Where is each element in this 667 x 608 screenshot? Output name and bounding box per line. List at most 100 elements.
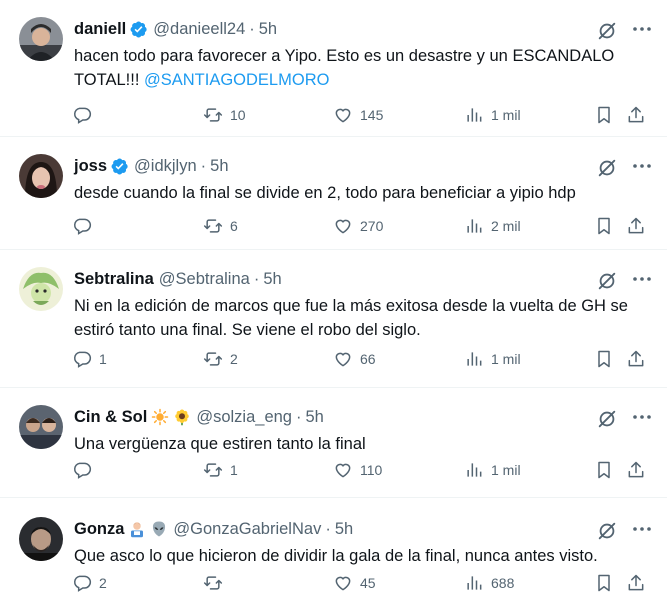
views-button[interactable]: 688 <box>464 571 514 595</box>
like-button[interactable]: 270 <box>333 214 383 238</box>
reply-icon <box>74 462 92 479</box>
share-icon <box>628 217 644 234</box>
share-button[interactable] <box>626 347 646 371</box>
avatar[interactable] <box>19 517 63 561</box>
like-count: 66 <box>360 351 376 367</box>
display-name[interactable]: Gonza <box>74 520 124 539</box>
share-icon <box>628 461 644 478</box>
tweet-text: Que asco lo que hicieron de dividir la g… <box>74 547 598 565</box>
like-button[interactable]: 66 <box>333 347 376 371</box>
views-button[interactable]: 1 mil <box>464 458 521 482</box>
bookmark-icon <box>598 217 610 235</box>
tweet[interactable]: daniell @danieell24 · 5h hacen todo para… <box>0 0 667 137</box>
reply-button[interactable]: 2 <box>72 571 107 595</box>
avatar[interactable] <box>19 154 63 198</box>
display-name[interactable]: daniell <box>74 20 126 39</box>
tweet-actions: 6 270 2 mil <box>0 214 667 238</box>
share-button[interactable] <box>626 571 646 595</box>
share-icon <box>628 574 644 591</box>
view-count: 1 mil <box>491 462 521 478</box>
separator-dot: · <box>200 156 207 175</box>
user-handle[interactable]: @GonzaGabrielNav <box>173 520 321 539</box>
like-button[interactable]: 145 <box>333 103 383 127</box>
more-icon <box>633 277 651 281</box>
retweet-button[interactable]: 2 <box>203 347 238 371</box>
like-button[interactable]: 45 <box>333 571 376 595</box>
bookmark-icon <box>598 461 610 479</box>
view-count: 688 <box>491 575 515 591</box>
user-handle[interactable]: @danieell24 <box>153 20 245 39</box>
bookmark-icon <box>598 106 610 124</box>
retweet-button[interactable]: 6 <box>203 214 238 238</box>
avatar[interactable] <box>19 405 63 449</box>
share-button[interactable] <box>626 458 646 482</box>
share-button[interactable] <box>626 103 646 127</box>
retweet-button[interactable]: 1 <box>203 458 238 482</box>
view-count: 1 mil <box>491 107 521 123</box>
bookmark-button[interactable] <box>594 571 614 595</box>
reply-button[interactable] <box>72 103 99 127</box>
tweet[interactable]: Sebtralina @Sebtralina · 5h Ni en la edi… <box>0 250 667 388</box>
avatar[interactable] <box>19 17 63 61</box>
more-options-button[interactable] <box>630 18 654 40</box>
retweet-icon <box>203 108 223 122</box>
display-name[interactable]: joss <box>74 157 107 176</box>
timestamp[interactable]: 5h <box>210 157 228 176</box>
timestamp[interactable]: 5h <box>263 270 281 289</box>
reply-icon <box>74 575 92 592</box>
tweet-header: Cin & Sol @solzia_eng · 5h <box>74 406 324 428</box>
man-technologist-emoji-icon <box>131 522 144 538</box>
timestamp[interactable]: 5h <box>259 20 277 39</box>
views-chart-icon <box>467 352 482 366</box>
separator-dot: · <box>253 269 260 288</box>
view-count: 1 mil <box>491 351 521 367</box>
grok-icon[interactable] <box>596 20 618 42</box>
tweet-text: Ni en la edición de marcos que fue la má… <box>74 297 628 339</box>
bookmark-button[interactable] <box>594 214 614 238</box>
separator-dot: · <box>295 407 302 426</box>
reply-button[interactable]: 1 <box>72 347 107 371</box>
verified-badge-icon <box>111 157 128 175</box>
share-button[interactable] <box>626 214 646 238</box>
grok-icon[interactable] <box>596 270 618 292</box>
tweet-actions: 1 2 66 1 mil <box>0 347 667 371</box>
verified-badge-icon <box>130 20 147 38</box>
bookmark-button[interactable] <box>594 103 614 127</box>
avatar[interactable] <box>19 267 63 311</box>
views-button[interactable]: 2 mil <box>464 214 521 238</box>
bookmark-button[interactable] <box>594 458 614 482</box>
user-handle[interactable]: @solzia_eng <box>196 408 292 427</box>
views-button[interactable]: 1 mil <box>464 103 521 127</box>
tweet[interactable]: Cin & Sol @solzia_eng · 5h Una vergüenza… <box>0 388 667 498</box>
retweet-count: 10 <box>230 107 246 123</box>
views-button[interactable]: 1 mil <box>464 347 521 371</box>
tweet-header: joss @idkjlyn · 5h <box>74 155 229 177</box>
user-handle[interactable]: @idkjlyn <box>134 157 197 176</box>
tweet-header: Sebtralina @Sebtralina · 5h <box>74 268 282 290</box>
grok-icon[interactable] <box>596 520 618 542</box>
retweet-count: 2 <box>230 351 238 367</box>
more-icon <box>633 27 651 31</box>
display-name[interactable]: Cin & Sol <box>74 408 147 427</box>
retweet-button[interactable] <box>203 571 230 595</box>
more-options-button[interactable] <box>630 155 654 177</box>
user-handle[interactable]: @Sebtralina <box>159 270 250 289</box>
retweet-button[interactable]: 10 <box>203 103 246 127</box>
grok-icon[interactable] <box>596 408 618 430</box>
like-button[interactable]: 110 <box>333 458 382 482</box>
more-options-button[interactable] <box>630 518 654 540</box>
reply-button[interactable] <box>72 214 99 238</box>
tweet[interactable]: Gonza @GonzaGabrielNav · 5h Que asco lo … <box>0 500 667 608</box>
reply-icon <box>74 351 92 368</box>
mention-link[interactable]: @SANTIAGODELMORO <box>144 71 329 89</box>
grok-icon[interactable] <box>596 157 618 179</box>
timestamp[interactable]: 5h <box>335 520 353 539</box>
tweet[interactable]: joss @idkjlyn · 5h desde cuando la final… <box>0 137 667 250</box>
display-name[interactable]: Sebtralina <box>74 270 154 289</box>
timestamp[interactable]: 5h <box>305 408 323 427</box>
reply-button[interactable] <box>72 458 99 482</box>
tweet-header: daniell @danieell24 · 5h <box>74 18 277 40</box>
more-options-button[interactable] <box>630 406 654 428</box>
more-options-button[interactable] <box>630 268 654 290</box>
bookmark-button[interactable] <box>594 347 614 371</box>
